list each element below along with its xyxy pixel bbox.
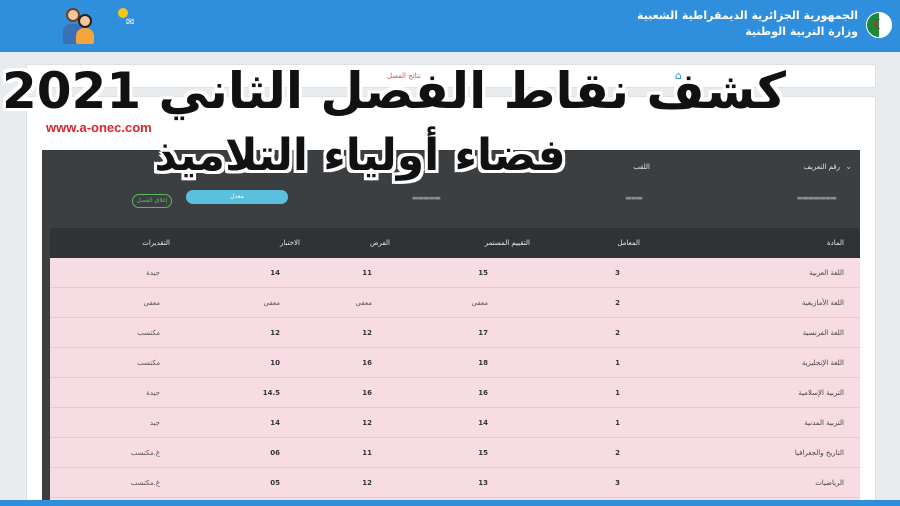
cell-subject: اللغة العربية (809, 269, 844, 277)
algeria-flag-icon: ☾ (866, 12, 892, 38)
table-row: اللغة الأمازيغية 2 معفى معفى معفى معفى (50, 288, 860, 318)
cell-coefficient: 3 (615, 479, 620, 487)
cell-continuous: 18 (478, 359, 488, 367)
cell-remark: جيد (149, 419, 160, 427)
cell-remark: غ.مكتسب (130, 479, 160, 487)
cell-exam: 10 (270, 359, 280, 367)
ministry-title: الجمهورية الجزائرية الديمقراطية الشعبية … (637, 8, 858, 40)
ministry-name: وزارة التربية الوطنية (745, 25, 858, 38)
cell-coefficient: 2 (615, 449, 620, 457)
cell-exam: 05 (270, 479, 280, 487)
cell-remark: معفى (143, 299, 160, 307)
cell-remark: مكتسب (137, 329, 160, 337)
cell-subject: التربية المدنية (804, 419, 844, 427)
cell-test: معفى (355, 299, 372, 307)
cell-continuous: 17 (478, 329, 488, 337)
cell-continuous: معفى (471, 299, 488, 307)
cell-exam: 14 (270, 269, 280, 277)
cell-test: 12 (362, 419, 372, 427)
cell-coefficient: 2 (615, 299, 620, 307)
cell-continuous: 13 (478, 479, 488, 487)
chevron-down-icon[interactable]: ⌄ (845, 162, 852, 171)
cell-subject: اللغة الإنجليزية (801, 359, 844, 367)
table-row: التاريخ والجغرافيا 2 15 11 06 غ.مكتسب (50, 438, 860, 468)
cell-continuous: 15 (478, 269, 488, 277)
cell-test: 11 (362, 269, 372, 277)
cell-test: 11 (362, 449, 372, 457)
cell-subject: التاريخ والجغرافيا (794, 449, 844, 457)
grades-table-header: المادة المعامل التقييم المستمر الفرض الا… (50, 228, 860, 258)
cell-subject: اللغة الأمازيغية (801, 299, 844, 307)
top-header: ✉ الجمهورية الجزائرية الديمقراطية الشعبي… (0, 0, 900, 52)
cell-continuous: 16 (478, 389, 488, 397)
cell-test: 16 (362, 359, 372, 367)
cell-exam: 14.5 (262, 389, 280, 397)
notification-mail-icon[interactable]: ✉ (116, 8, 140, 30)
republic-name: الجمهورية الجزائرية الديمقراطية الشعبية (637, 9, 858, 22)
cell-continuous: 14 (478, 419, 488, 427)
cell-test: 12 (362, 479, 372, 487)
cell-continuous: 15 (478, 449, 488, 457)
cell-subject: التربية الإسلامية (798, 389, 844, 397)
cell-remark: جيدة (146, 269, 160, 277)
col-test: الفرض (370, 239, 390, 247)
surname-label: اللقب (633, 163, 650, 171)
cell-exam: 12 (270, 329, 280, 337)
col-coefficient: المعامل (617, 239, 640, 247)
table-row: اللغة العربية 3 15 11 14 جيدة (50, 258, 860, 288)
cell-exam: 14 (270, 419, 280, 427)
cell-subject: الرياضيات (815, 479, 844, 487)
cell-remark: جيدة (146, 389, 160, 397)
grades-table: المادة المعامل التقييم المستمر الفرض الا… (50, 228, 860, 506)
average-button[interactable]: معدل (186, 190, 288, 204)
table-row: اللغة الفرنسية 2 17 12 12 مكتسب (50, 318, 860, 348)
bottom-bar (0, 500, 900, 506)
student-id-label: رقم التعريف (803, 163, 840, 171)
cell-remark: مكتسب (137, 359, 160, 367)
cell-coefficient: 1 (615, 389, 620, 397)
cell-subject: اللغة الفرنسية (802, 329, 844, 337)
surname-value-redacted: ▬▬▬ (625, 194, 643, 202)
close-semester-button[interactable]: إغلاق الفصل (132, 194, 172, 208)
col-remarks: التقديرات (142, 239, 170, 247)
overlay-title: كشف نقاط الفصل الثاني 2021 (1, 62, 786, 120)
cell-test: 16 (362, 389, 372, 397)
cell-coefficient: 3 (615, 269, 620, 277)
table-row: الرياضيات 3 13 12 05 غ.مكتسب (50, 468, 860, 498)
table-row: التربية الإسلامية 1 16 16 14.5 جيدة (50, 378, 860, 408)
cell-exam: 06 (270, 449, 280, 457)
cell-coefficient: 1 (615, 359, 620, 367)
cell-coefficient: 1 (615, 419, 620, 427)
table-row: اللغة الإنجليزية 1 18 16 10 مكتسب (50, 348, 860, 378)
cell-test: 12 (362, 329, 372, 337)
col-continuous: التقييم المستمر (484, 239, 530, 247)
cell-coefficient: 2 (615, 329, 620, 337)
col-exam: الاختبار (279, 239, 300, 247)
student-id-value-redacted: ▬▬▬▬▬▬▬ (796, 194, 837, 202)
birthdate-value-redacted: ▬▬▬▬▬ (411, 194, 441, 202)
cell-remark: غ.مكتسب (130, 449, 160, 457)
cell-exam: معفى (263, 299, 280, 307)
parents-avatar-icon[interactable] (62, 6, 96, 46)
table-row: التربية المدنية 1 14 12 14 جيد (50, 408, 860, 438)
col-subject: المادة (826, 239, 844, 247)
overlay-subtitle: فضاء أولياء التلاميذ (154, 130, 566, 181)
